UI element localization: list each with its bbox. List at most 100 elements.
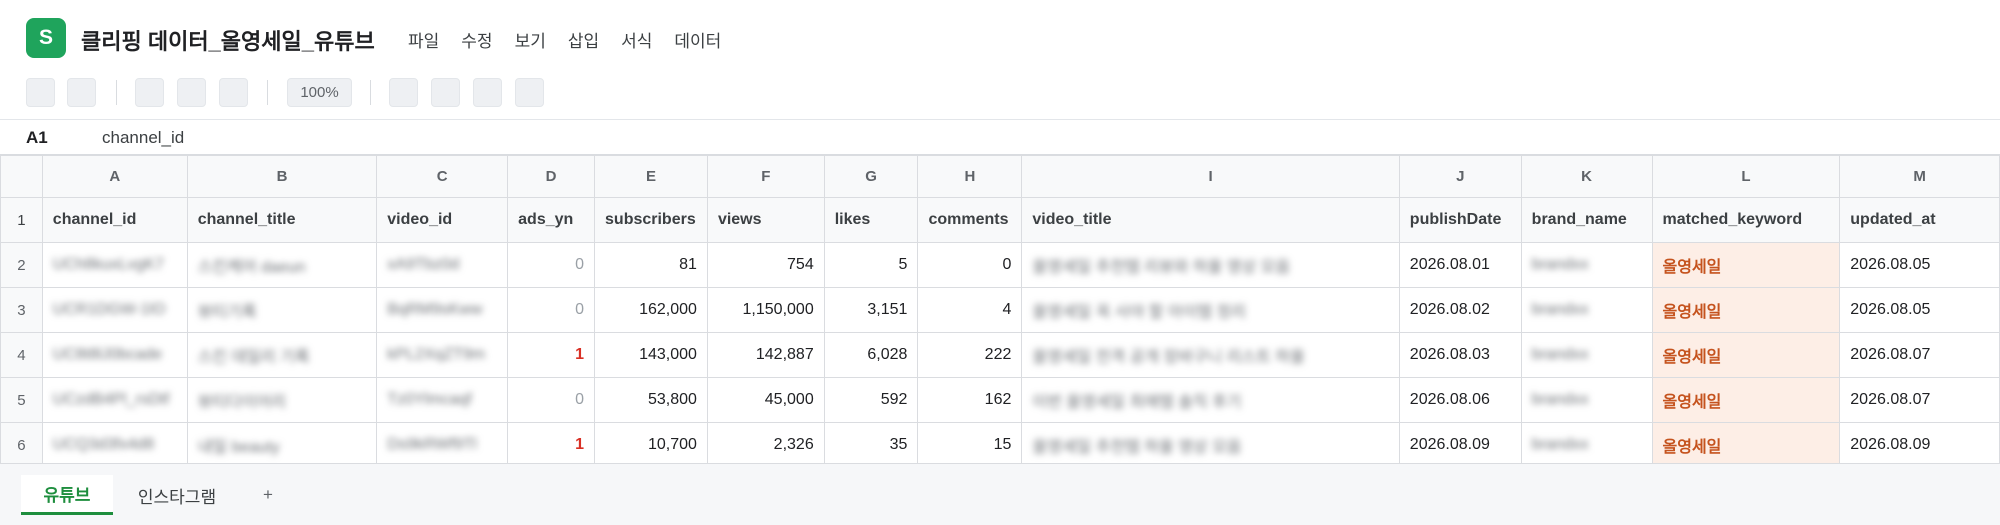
brand-name-cell[interactable]: brandxx xyxy=(1532,256,1589,273)
bold-button[interactable] xyxy=(389,78,418,107)
publish-date-cell[interactable]: 2026.08.06 xyxy=(1398,377,1522,423)
document-title[interactable]: 클리핑 데이터_올영세일_유튜브 xyxy=(81,24,375,56)
redo-button[interactable] xyxy=(67,78,96,107)
matched-keyword-cell[interactable]: 올영세일 xyxy=(1651,422,1841,468)
channel-id-cell[interactable]: UCh8kuxLvgK7 xyxy=(53,256,164,273)
row-number[interactable]: 2 xyxy=(0,242,43,288)
column-header[interactable]: M xyxy=(1839,155,2000,198)
updated-at-cell[interactable]: 2026.08.09 xyxy=(1839,422,2000,468)
header-cell[interactable]: publishDate xyxy=(1398,197,1522,243)
column-header[interactable]: L xyxy=(1651,155,1841,198)
strikethrough-button[interactable] xyxy=(473,78,502,107)
channel-id-cell[interactable]: UCzdB4Pl_rsDtf xyxy=(53,391,169,408)
brand-name-cell[interactable]: brandxx xyxy=(1532,436,1589,453)
publish-date-cell[interactable]: 2026.08.01 xyxy=(1398,242,1522,288)
menu-view[interactable]: 보기 xyxy=(515,27,546,52)
channel-title-cell[interactable]: 뷰티다이어리 xyxy=(198,394,286,411)
ads-yn-cell[interactable]: 1 xyxy=(507,422,596,468)
clear-format-button[interactable] xyxy=(219,78,248,107)
brand-name-cell[interactable]: brandxx xyxy=(1532,391,1589,408)
ads-yn-cell[interactable]: 0 xyxy=(507,242,596,288)
column-header[interactable]: C xyxy=(376,155,509,198)
header-cell[interactable]: ads_yn xyxy=(507,197,596,243)
header-cell[interactable]: video_id xyxy=(376,197,509,243)
brand-name-cell[interactable]: brandxx xyxy=(1532,301,1589,318)
row-number[interactable]: 4 xyxy=(0,332,43,378)
matched-keyword-cell[interactable]: 올영세일 xyxy=(1651,287,1841,333)
likes-cell[interactable]: 35 xyxy=(823,422,919,468)
undo-button[interactable] xyxy=(26,78,55,107)
views-cell[interactable]: 754 xyxy=(706,242,825,288)
zoom-select[interactable]: 100% xyxy=(287,78,352,107)
subscribers-cell[interactable]: 10,700 xyxy=(594,422,708,468)
video-title-cell[interactable]: 올영세일 전격 공개 장바구니 리스트 하울 xyxy=(1032,349,1304,366)
column-header[interactable]: K xyxy=(1520,155,1653,198)
menu-insert[interactable]: 삽입 xyxy=(568,27,599,52)
brand-name-cell[interactable]: brandxx xyxy=(1532,346,1589,363)
video-id-cell[interactable]: BqRM9sKww xyxy=(387,301,482,318)
channel-title-cell[interactable]: 스킨 데일리 기록 xyxy=(198,349,310,366)
subscribers-cell[interactable]: 162,000 xyxy=(594,287,708,333)
updated-at-cell[interactable]: 2026.08.07 xyxy=(1839,332,2000,378)
updated-at-cell[interactable]: 2026.08.05 xyxy=(1839,287,2000,333)
views-cell[interactable]: 2,326 xyxy=(706,422,825,468)
sheet-tab-youtube[interactable]: 유튜브 xyxy=(21,475,113,515)
header-cell[interactable]: matched_keyword xyxy=(1651,197,1841,243)
video-id-cell[interactable]: Tz0Ylmcaqf xyxy=(387,391,471,408)
header-cell[interactable]: comments xyxy=(917,197,1023,243)
column-header[interactable]: A xyxy=(41,155,188,198)
paint-format-button[interactable] xyxy=(177,78,206,107)
column-header[interactable]: I xyxy=(1021,155,1400,198)
column-header[interactable]: D xyxy=(507,155,596,198)
publish-date-cell[interactable]: 2026.08.02 xyxy=(1398,287,1522,333)
comments-cell[interactable]: 222 xyxy=(917,332,1023,378)
row-number[interactable]: 6 xyxy=(0,422,43,468)
header-cell[interactable]: video_title xyxy=(1021,197,1400,243)
comments-cell[interactable]: 4 xyxy=(917,287,1023,333)
updated-at-cell[interactable]: 2026.08.05 xyxy=(1839,242,2000,288)
publish-date-cell[interactable]: 2026.08.09 xyxy=(1398,422,1522,468)
channel-title-cell[interactable]: 뷰티기록 xyxy=(198,304,257,321)
menu-file[interactable]: 파일 xyxy=(408,27,439,52)
likes-cell[interactable]: 3,151 xyxy=(823,287,919,333)
print-button[interactable] xyxy=(135,78,164,107)
menu-edit[interactable]: 수정 xyxy=(461,27,492,52)
video-title-cell[interactable]: 올영세일 꼭 사야 할 아이템 정리 xyxy=(1032,304,1246,321)
column-header[interactable]: J xyxy=(1398,155,1522,198)
header-cell[interactable]: channel_id xyxy=(41,197,188,243)
channel-id-cell[interactable]: UCQ3d3fx4d8 xyxy=(53,436,154,453)
sheet-tab-instagram[interactable]: 인스타그램 xyxy=(126,475,228,515)
header-cell[interactable]: brand_name xyxy=(1520,197,1653,243)
video-title-cell[interactable]: 올영세일 추천템 하울 영상 모음 xyxy=(1032,439,1241,456)
video-title-cell[interactable]: 올영세일 추천템 리뷰와 하울 영상 모음 xyxy=(1032,259,1290,276)
column-header[interactable]: H xyxy=(917,155,1023,198)
formula-input[interactable]: channel_id xyxy=(102,128,184,148)
text-color-button[interactable] xyxy=(515,78,544,107)
matched-keyword-cell[interactable]: 올영세일 xyxy=(1651,377,1841,423)
likes-cell[interactable]: 592 xyxy=(823,377,919,423)
channel-title-cell[interactable]: 내일 beauty xyxy=(198,439,280,456)
views-cell[interactable]: 45,000 xyxy=(706,377,825,423)
italic-button[interactable] xyxy=(431,78,460,107)
channel-id-cell[interactable]: UCR1DGW-1lO xyxy=(53,301,166,318)
comments-cell[interactable]: 0 xyxy=(917,242,1023,288)
header-cell[interactable]: updated_at xyxy=(1839,197,2000,243)
add-sheet-button[interactable]: + xyxy=(254,475,282,515)
header-cell[interactable]: channel_title xyxy=(186,197,378,243)
video-id-cell[interactable]: xA9Tbz0d xyxy=(387,256,459,273)
menu-format[interactable]: 서식 xyxy=(621,27,652,52)
subscribers-cell[interactable]: 143,000 xyxy=(594,332,708,378)
video-title-cell[interactable]: 이번 올영세일 최애템 솔직 후기 xyxy=(1032,394,1241,411)
row-number[interactable]: 5 xyxy=(0,377,43,423)
publish-date-cell[interactable]: 2026.08.03 xyxy=(1398,332,1522,378)
subscribers-cell[interactable]: 53,800 xyxy=(594,377,708,423)
views-cell[interactable]: 1,150,000 xyxy=(706,287,825,333)
likes-cell[interactable]: 5 xyxy=(823,242,919,288)
select-all-corner[interactable] xyxy=(0,155,43,198)
views-cell[interactable]: 142,887 xyxy=(706,332,825,378)
row-number[interactable]: 1 xyxy=(0,197,43,243)
subscribers-cell[interactable]: 81 xyxy=(594,242,708,288)
cell-reference[interactable]: A1 xyxy=(26,128,48,148)
header-cell[interactable]: subscribers xyxy=(594,197,708,243)
likes-cell[interactable]: 6,028 xyxy=(823,332,919,378)
